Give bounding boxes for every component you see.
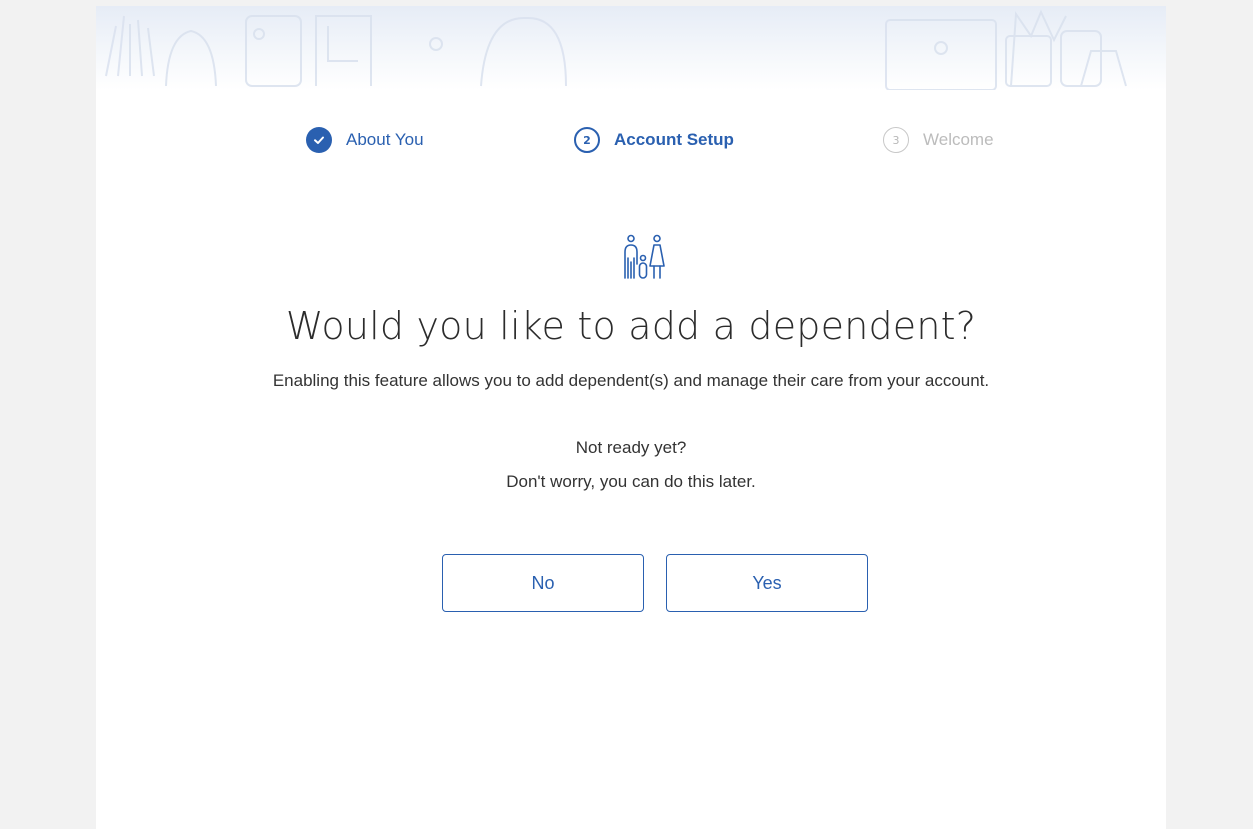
step-label: Welcome — [923, 130, 994, 149]
onboarding-card: About You 2 Account Setup 3 Welcome Woul… — [96, 6, 1166, 829]
yes-button[interactable]: Yes — [666, 554, 868, 612]
check-icon — [306, 127, 332, 153]
page-subtitle: Enabling this feature allows you to add … — [272, 371, 990, 390]
header-banner-illustration — [96, 6, 1166, 90]
step-about-you[interactable]: About You — [306, 126, 424, 154]
step-label: About You — [346, 130, 424, 149]
step-welcome: 3 Welcome — [883, 126, 994, 154]
later-note-text: Don't worry, you can do this later. — [506, 472, 756, 491]
page-title: Would you like to add a dependent? — [285, 304, 977, 348]
later-note-heading: Not ready yet? — [575, 438, 687, 457]
no-button[interactable]: No — [442, 554, 644, 612]
family-icon — [619, 234, 671, 282]
step-number-badge: 2 — [574, 127, 600, 153]
step-label: Account Setup — [614, 130, 734, 149]
step-account-setup[interactable]: 2 Account Setup — [574, 126, 734, 154]
progress-stepper: About You 2 Account Setup 3 Welcome — [96, 126, 1166, 156]
banner-decoration — [105, 9, 1127, 90]
page-background: About You 2 Account Setup 3 Welcome Woul… — [8, 6, 1245, 829]
step-number-badge: 3 — [883, 127, 909, 153]
